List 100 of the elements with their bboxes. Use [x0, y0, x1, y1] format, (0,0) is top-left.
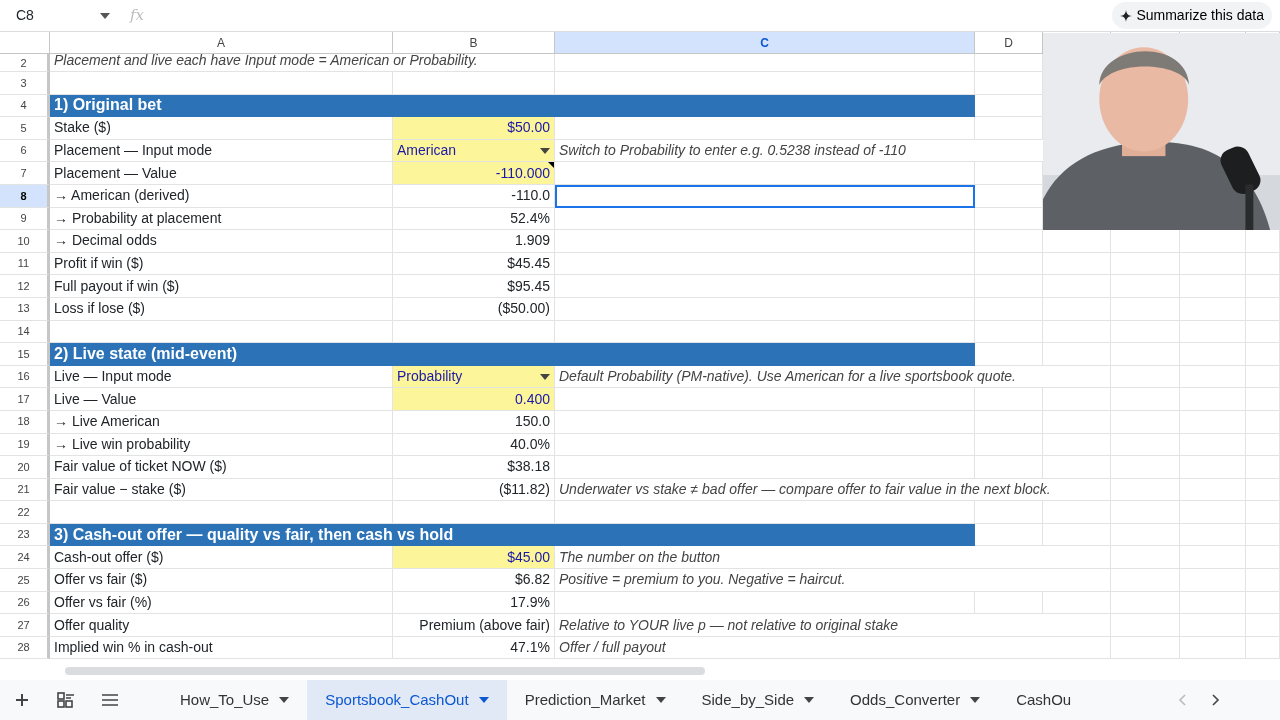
- empty-cell[interactable]: [555, 72, 975, 95]
- scroll-left-icon[interactable]: [1178, 694, 1186, 706]
- empty-cell[interactable]: [1111, 478, 1180, 502]
- menu-icon[interactable]: [102, 694, 118, 706]
- empty-cell[interactable]: [975, 230, 1043, 253]
- empty-cell[interactable]: [1246, 388, 1280, 411]
- row-number[interactable]: 11: [0, 252, 50, 276]
- empty-cell[interactable]: [1043, 388, 1111, 411]
- add-icon[interactable]: [15, 693, 29, 707]
- empty-cell[interactable]: [1111, 388, 1180, 411]
- input-cell[interactable]: $50.00: [393, 117, 555, 140]
- empty-cell[interactable]: [555, 433, 975, 457]
- row-number[interactable]: 17: [0, 388, 50, 411]
- row-number[interactable]: 16: [0, 365, 50, 389]
- empty-cell[interactable]: [1043, 320, 1111, 344]
- empty-cell[interactable]: [1111, 591, 1180, 615]
- empty-cell[interactable]: [1111, 501, 1180, 524]
- row-number[interactable]: 26: [0, 591, 50, 615]
- empty-cell[interactable]: [1246, 546, 1280, 570]
- empty-cell[interactable]: [1246, 501, 1280, 524]
- empty-cell[interactable]: [1043, 433, 1111, 457]
- sheet-tab[interactable]: Prediction_Market: [506, 680, 684, 720]
- empty-cell[interactable]: [1180, 410, 1246, 434]
- empty-cell[interactable]: [1111, 569, 1180, 592]
- empty-cell[interactable]: [1180, 252, 1246, 276]
- empty-cell[interactable]: [1043, 297, 1111, 321]
- empty-cell[interactable]: [1111, 343, 1180, 366]
- dropdown-cell[interactable]: Probability: [393, 365, 555, 389]
- row-number[interactable]: 27: [0, 614, 50, 637]
- input-cell[interactable]: 0.400: [393, 388, 555, 411]
- dropdown-cell[interactable]: American: [393, 139, 555, 163]
- empty-cell[interactable]: [1246, 275, 1280, 298]
- empty-cell[interactable]: [555, 501, 975, 524]
- empty-cell[interactable]: [1180, 456, 1246, 479]
- empty-cell[interactable]: [1043, 343, 1111, 366]
- empty-cell[interactable]: [1180, 501, 1246, 524]
- row-number[interactable]: 22: [0, 501, 50, 524]
- empty-cell[interactable]: [50, 501, 393, 524]
- row-number[interactable]: 6: [0, 139, 50, 163]
- row-number[interactable]: 3: [0, 72, 50, 95]
- empty-cell[interactable]: [1111, 365, 1180, 389]
- row-number[interactable]: 18: [0, 410, 50, 434]
- empty-cell[interactable]: [1111, 456, 1180, 479]
- column-header[interactable]: B: [393, 32, 555, 54]
- empty-cell[interactable]: [1246, 614, 1280, 637]
- empty-cell[interactable]: [1246, 433, 1280, 457]
- empty-cell[interactable]: [555, 456, 975, 479]
- name-box[interactable]: C8: [0, 5, 110, 26]
- empty-cell[interactable]: [1180, 343, 1246, 366]
- empty-cell[interactable]: [1246, 636, 1280, 660]
- empty-cell[interactable]: [1111, 320, 1180, 344]
- empty-cell[interactable]: [1043, 501, 1111, 524]
- empty-cell[interactable]: [975, 275, 1043, 298]
- empty-cell[interactable]: [975, 456, 1043, 479]
- sheet-list-icon[interactable]: [57, 692, 75, 708]
- row-number[interactable]: 12: [0, 275, 50, 298]
- empty-cell[interactable]: [1246, 523, 1280, 547]
- row-number[interactable]: 2: [0, 54, 50, 72]
- empty-cell[interactable]: [1246, 456, 1280, 479]
- empty-cell[interactable]: [1180, 523, 1246, 547]
- select-all-corner[interactable]: [0, 32, 50, 54]
- empty-cell[interactable]: [1043, 456, 1111, 479]
- empty-cell[interactable]: [1246, 569, 1280, 592]
- empty-cell[interactable]: [1246, 365, 1280, 389]
- empty-cell[interactable]: [1180, 569, 1246, 592]
- empty-cell[interactable]: [975, 252, 1043, 276]
- summarize-button[interactable]: Summarize this data: [1112, 2, 1272, 29]
- empty-cell[interactable]: [1111, 252, 1180, 276]
- empty-cell[interactable]: [1043, 252, 1111, 276]
- empty-cell[interactable]: [1043, 523, 1111, 547]
- empty-cell[interactable]: [393, 501, 555, 524]
- empty-cell[interactable]: [555, 207, 975, 231]
- empty-cell[interactable]: [975, 388, 1043, 411]
- row-number[interactable]: 14: [0, 320, 50, 344]
- scroll-right-icon[interactable]: [1212, 694, 1220, 706]
- empty-cell[interactable]: [1246, 591, 1280, 615]
- empty-cell[interactable]: [1111, 297, 1180, 321]
- row-number[interactable]: 25: [0, 569, 50, 592]
- sheet-tab[interactable]: Sportsbook_CashOut: [307, 680, 507, 720]
- empty-cell[interactable]: [1180, 297, 1246, 321]
- empty-cell[interactable]: [975, 591, 1043, 615]
- empty-cell[interactable]: [975, 297, 1043, 321]
- row-number[interactable]: 10: [0, 230, 50, 253]
- row-number[interactable]: 5: [0, 117, 50, 140]
- row-number[interactable]: 9: [0, 207, 50, 231]
- sheet-tab[interactable]: Odds_Converter: [832, 680, 999, 720]
- row-number[interactable]: 13: [0, 297, 50, 321]
- empty-cell[interactable]: [555, 297, 975, 321]
- input-cell[interactable]: -110.000: [393, 162, 555, 185]
- column-header[interactable]: A: [50, 32, 393, 54]
- empty-cell[interactable]: [1111, 636, 1180, 660]
- empty-cell[interactable]: [1111, 614, 1180, 637]
- empty-cell[interactable]: [1043, 275, 1111, 298]
- empty-cell[interactable]: [1180, 275, 1246, 298]
- sheet-tab[interactable]: CashOu: [998, 680, 1072, 720]
- empty-cell[interactable]: [1111, 275, 1180, 298]
- empty-cell[interactable]: [975, 410, 1043, 434]
- empty-cell[interactable]: [555, 230, 975, 253]
- empty-cell[interactable]: [1180, 614, 1246, 637]
- empty-cell[interactable]: [1180, 320, 1246, 344]
